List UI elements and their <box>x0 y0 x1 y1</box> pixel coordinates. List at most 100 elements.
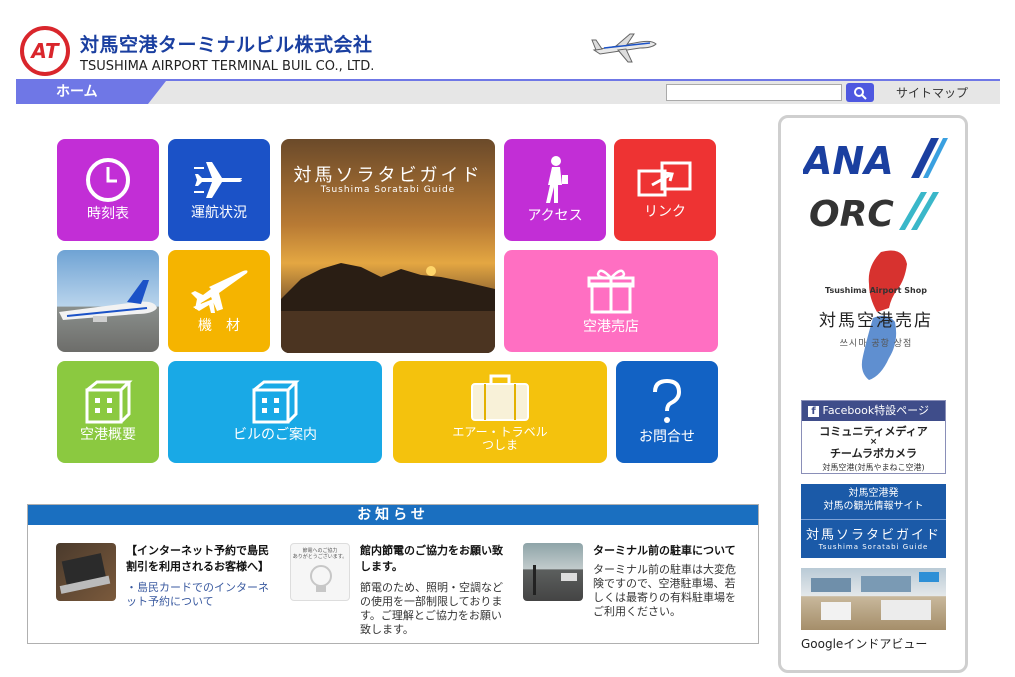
orc-logo[interactable]: ORC <box>807 188 945 235</box>
news-item-2-body: 節電のため、照明・空調など の使用を一部制限しておりま す。ご理解とご協力をお願… <box>360 581 515 637</box>
soratabi-banner-title: 対馬ソラタビガイド <box>801 519 946 543</box>
facebook-banner-main: コミュニティメディア × チームラボカメラ <box>802 421 945 460</box>
building-guide-label: ビルのご案内 <box>233 427 317 444</box>
news-section: お知らせ 【インターネット予約で島民 割引を利用されるお客様へ】 ・島民カードで… <box>27 504 759 644</box>
question-mark-icon <box>653 379 682 424</box>
clock-icon <box>86 158 130 203</box>
soratabi-banner-en: Tsushima Soratabi Guide <box>818 543 929 551</box>
google-indoor-view-label[interactable]: Googleインドアビュー <box>801 635 927 652</box>
news-item-2-body-line-3: す。ご理解とご協力をお願い <box>360 609 502 622</box>
news-item-3-body-line-3: しくは最寄りの有料駐車場を <box>593 591 736 604</box>
orc-logo-text: ORC <box>809 194 894 234</box>
sora-line-2: 対馬の観光情報サイト <box>823 501 924 512</box>
news-item-3-body: ターミナル前の駐車は大変危 険ですので、空港駐車場、若 しくは最寄りの有料駐車場… <box>593 563 753 619</box>
shop-en-label: Tsushima Airport Shop <box>825 286 927 295</box>
news-item-3-title[interactable]: ターミナル前の駐車について <box>593 543 753 559</box>
aircraft-tile[interactable]: 機 材 <box>168 250 270 352</box>
sitemap-link[interactable]: サイトマップ <box>896 84 968 101</box>
news-item-3-body-line-1: ターミナル前の駐車は大変危 <box>593 563 736 576</box>
timetable-tile[interactable]: 時刻表 <box>57 139 159 241</box>
shop-label: 空港売店 <box>583 319 639 336</box>
lightbulb-icon <box>310 565 332 592</box>
link-tile[interactable]: リンク <box>614 139 716 241</box>
shop-jp-label: 対馬空港売店 <box>819 311 933 331</box>
air-travel-label-2: つしま <box>481 438 518 452</box>
link-icon <box>637 161 692 197</box>
contact-label: お問合せ <box>639 429 695 446</box>
search-icon <box>854 86 867 100</box>
fb-subtitle: 対馬空港(対馬やまねこ空港) <box>822 463 925 472</box>
orc-logo-icon: ORC <box>809 192 939 235</box>
gift-icon <box>587 269 635 314</box>
news-item-2-body-line-4: 致します。 <box>360 623 414 636</box>
shop-tile[interactable]: 空港売店 <box>504 250 718 352</box>
news-thumbnail-parking[interactable] <box>523 543 583 601</box>
airplane-icon <box>194 162 242 199</box>
flight-status-tile[interactable]: 運航状況 <box>168 139 270 241</box>
airplane-icon <box>591 33 657 63</box>
news-item-2-title-line-1: 館内節電のご協力をお願い致 <box>360 544 503 557</box>
news-item-2-title-line-2: します。 <box>360 560 403 573</box>
facebook-banner[interactable]: f Facebook特設ページ コミュニティメディア × チームラボカメラ 対馬… <box>801 400 946 474</box>
ana-logo-text: ANA <box>803 139 894 180</box>
company-name-en: TSUSHIMA AIRPORT TERMINAL BUIL CO., LTD. <box>80 59 375 74</box>
suitcase-icon <box>471 374 529 421</box>
search-input[interactable] <box>666 84 842 101</box>
aircraft-label: 機 材 <box>198 318 240 335</box>
sora-line-1: 対馬空港発 <box>848 488 899 499</box>
header: AT 対馬空港ターミナルビル株式会社 TSUSHIMA AIRPORT TERM… <box>0 0 1015 80</box>
access-label: アクセス <box>527 208 583 225</box>
news-heading: お知らせ <box>28 505 758 525</box>
aircraft-icon <box>191 270 248 314</box>
building-guide-tile[interactable]: ビルのご案内 <box>168 361 382 463</box>
airplane-photo-image <box>59 280 157 322</box>
news-item-1-title[interactable]: 【インターネット予約で島民 割引を利用されるお客様へ】 <box>126 543 276 575</box>
facebook-banner-title: Facebook特設ページ <box>822 404 929 417</box>
news-item-1-link[interactable]: ・島民カードでのインターネ ット予約について <box>126 581 276 609</box>
laptop-image <box>59 553 111 594</box>
news-item-1-link-line-2: ット予約について <box>126 595 214 608</box>
news-item-1-title-line-1: 【インターネット予約で島民 <box>126 544 269 557</box>
news-item-3-title-line-1: ターミナル前の駐車について <box>593 544 736 557</box>
facebook-banner-header: f Facebook特設ページ <box>802 401 945 421</box>
indoor-view-image <box>811 572 939 620</box>
contact-tile[interactable]: お問合せ <box>616 361 718 463</box>
soratabi-banner[interactable]: 対馬空港発 対馬の観光情報サイト 対馬ソラタビガイド Tsushima Sora… <box>801 484 946 558</box>
overview-label: 空港概要 <box>80 427 136 444</box>
overview-tile[interactable]: 空港概要 <box>57 361 159 463</box>
news-item-3-body-line-4: ご利用ください。 <box>593 605 681 618</box>
fb-line-2: × <box>869 437 878 447</box>
flight-status-label: 運航状況 <box>191 205 247 222</box>
news-item-2-title[interactable]: 館内節電のご協力をお願い致 します。 <box>360 543 510 575</box>
shop-kr-label: 쓰시마 공항 상점 <box>839 339 913 349</box>
soratabi-banner-caption: 対馬空港発 対馬の観光情報サイト <box>801 484 946 513</box>
news-item-2-body-line-1: 節電のため、照明・空調など <box>360 581 503 594</box>
sidebar: ANA ORC Tsushima Airport Shop 対馬空港売店 쓰시마… <box>778 115 968 673</box>
nav-home-tab[interactable]: ホーム <box>16 81 166 104</box>
air-travel-tile[interactable]: エアー・トラベル つしま <box>393 361 607 463</box>
news-item-2-body-line-2: の使用を一部制限しておりま <box>360 595 503 608</box>
company-name-jp: 対馬空港ターミナルビル株式会社 <box>80 34 373 56</box>
walking-person-icon <box>546 156 568 204</box>
news-item-3-body-line-2: 険ですので、空港駐車場、若 <box>593 577 736 590</box>
google-indoor-view-image[interactable] <box>801 568 946 630</box>
parking-road-image <box>533 565 577 595</box>
soratabi-title: 対馬ソラタビガイド <box>293 165 483 186</box>
company-logo[interactable]: AT <box>20 26 70 76</box>
news-item-1-title-line-2: 割引を利用されるお客様へ】 <box>126 560 269 573</box>
logo-text: AT <box>31 39 59 63</box>
ana-logo-icon: ANA <box>800 138 948 183</box>
airport-shop-banner[interactable]: Tsushima Airport Shop 対馬空港売店 쓰시마 공항 상점 <box>811 246 941 386</box>
timetable-label: 時刻表 <box>87 206 129 223</box>
soratabi-guide-tile[interactable]: 対馬ソラタビガイド Tsushima Soratabi Guide <box>281 139 495 353</box>
fb-line-3: チームラボカメラ <box>829 447 918 460</box>
soratabi-subtitle: Tsushima Soratabi Guide <box>320 185 456 195</box>
search-button[interactable] <box>846 83 874 102</box>
news-item-1-link-line-1: ・島民カードでのインターネ <box>126 581 269 594</box>
ana-logo[interactable]: ANA <box>800 136 948 183</box>
access-tile[interactable]: アクセス <box>504 139 606 241</box>
link-label: リンク <box>644 204 686 221</box>
news-thumbnail-laptop[interactable] <box>56 543 116 601</box>
news-thumbnail-lightbulb[interactable]: 節電へのご協力 ありがとうございます。 <box>290 543 350 601</box>
aircraft-photo[interactable] <box>57 250 159 352</box>
